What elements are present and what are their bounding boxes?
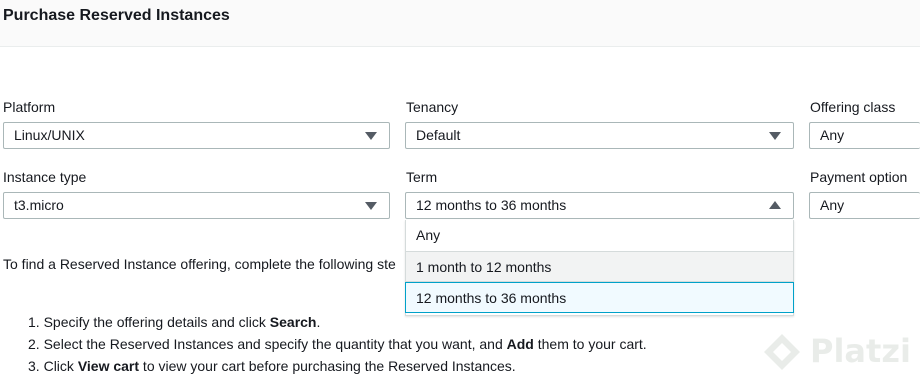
chevron-down-icon: [365, 132, 377, 140]
instance-type-select[interactable]: t3.micro: [3, 192, 390, 219]
step-item: 1. Specify the offering details and clic…: [28, 313, 647, 335]
step-bold-text: Add: [506, 336, 534, 352]
step-number: 2.: [28, 336, 40, 352]
chevron-down-icon: [769, 132, 781, 140]
page-title: Purchase Reserved Instances: [3, 7, 230, 24]
step-number: 3.: [28, 358, 40, 374]
payment-option-select[interactable]: Any: [809, 192, 920, 219]
tenancy-label: Tenancy: [406, 99, 459, 115]
step-text: Click: [43, 358, 78, 374]
step-number: 1.: [28, 314, 40, 330]
instructions-intro: To find a Reserved Instance offering, co…: [3, 256, 396, 272]
platform-value: Linux/UNIX: [14, 127, 85, 143]
watermark-text: Platzi: [810, 332, 911, 370]
platzi-logo-icon: [764, 334, 800, 370]
step-item: 2. Select the Reserved Instances and spe…: [28, 335, 647, 357]
term-option-any[interactable]: Any: [406, 220, 793, 251]
chevron-down-icon: [365, 202, 377, 210]
step-text: Specify the offering details and click: [43, 314, 270, 330]
platform-label: Platform: [3, 99, 56, 115]
instructions-steps: 1. Specify the offering details and clic…: [28, 313, 647, 379]
instance-type-value: t3.micro: [14, 197, 64, 213]
offering-class-value: Any: [820, 127, 845, 143]
page-header: Purchase Reserved Instances: [0, 0, 920, 47]
step-text: .: [316, 314, 321, 330]
platform-select[interactable]: Linux/UNIX: [3, 122, 390, 149]
chevron-up-icon: [769, 201, 781, 209]
term-select[interactable]: 12 months to 36 months: [405, 192, 794, 219]
step-bold-text: Search: [269, 314, 317, 330]
tenancy-value: Default: [416, 127, 461, 143]
term-value: 12 months to 36 months: [416, 197, 567, 213]
term-option-12-to-36[interactable]: 12 months to 36 months: [405, 282, 794, 313]
payment-option-value: Any: [820, 197, 845, 213]
step-item: 3. Click View cart to view your cart bef…: [28, 357, 647, 379]
term-option-1-to-12[interactable]: 1 month to 12 months: [406, 251, 793, 282]
step-bold-text: View cart: [77, 358, 140, 374]
platzi-watermark: Platzi: [762, 328, 912, 374]
step-text: to view your cart before purchasing the …: [139, 358, 516, 374]
instance-type-label: Instance type: [3, 169, 87, 185]
payment-option-label: Payment option: [810, 169, 908, 185]
step-text: them to your cart.: [533, 336, 647, 352]
term-label: Term: [406, 169, 438, 185]
step-text: Select the Reserved Instances and specif…: [43, 336, 507, 352]
term-dropdown-menu: Any 1 month to 12 months 12 months to 36…: [405, 220, 794, 316]
offering-class-select[interactable]: Any: [809, 122, 920, 149]
offering-class-label: Offering class: [810, 99, 896, 115]
tenancy-select[interactable]: Default: [405, 122, 794, 149]
